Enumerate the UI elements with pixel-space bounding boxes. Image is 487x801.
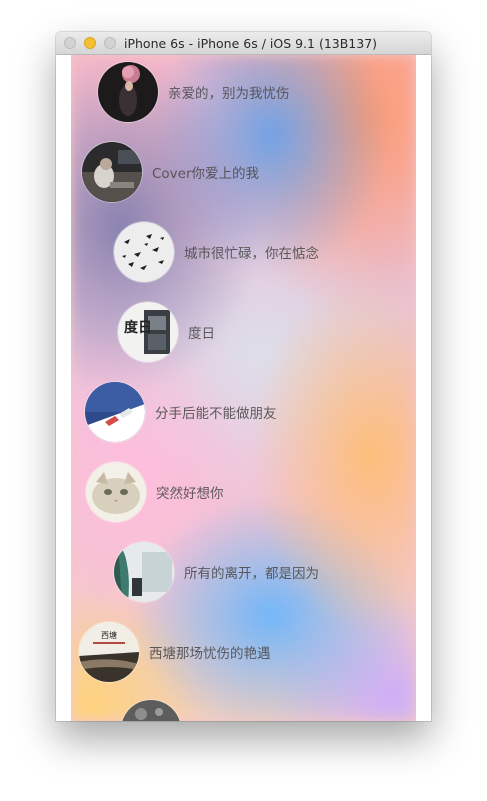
album-avatar — [82, 142, 142, 202]
avatar-text: 西塘 — [101, 630, 117, 640]
song-list-item[interactable]: 度日 度日 — [118, 302, 215, 362]
album-avatar — [85, 382, 145, 442]
song-title: 城市很忙碌，你在惦念 — [184, 246, 319, 262]
song-list-item[interactable]: 亲爱的，别为我忧伤 — [98, 62, 290, 122]
album-avatar: 西塘 — [79, 622, 139, 682]
album-avatar — [114, 542, 174, 602]
song-title: 所有的离开，都是因为 — [184, 566, 319, 582]
song-title: 分手后能不能做朋友 — [155, 406, 277, 422]
simulator-window: iPhone 6s - iPhone 6s / iOS 9.1 (13B137)… — [56, 32, 431, 721]
close-window-button[interactable] — [64, 37, 76, 49]
song-title: 西塘那场忧伤的艳遇 — [149, 646, 271, 662]
song-title: 亲爱的，别为我忧伤 — [168, 86, 290, 102]
song-list-item[interactable]: 突然好想你 — [86, 462, 224, 522]
song-list-item[interactable]: 城市很忙碌，你在惦念 — [114, 222, 319, 282]
window-title: iPhone 6s - iPhone 6s / iOS 9.1 (13B137) — [124, 36, 378, 51]
app-screen: 亲爱的，别为我忧伤 Cover你爱上的我 城市很忙碌，你在惦念 度日 度日 分手… — [71, 55, 416, 721]
song-list-item[interactable]: 所有的离开，都是因为 — [114, 542, 319, 602]
song-list-item[interactable]: 西塘 西塘那场忧伤的艳遇 — [79, 622, 271, 682]
song-list-item[interactable] — [121, 700, 191, 721]
song-title: Cover你爱上的我 — [152, 166, 260, 182]
album-avatar — [98, 62, 158, 122]
song-list-item[interactable]: Cover你爱上的我 — [82, 142, 259, 202]
album-avatar — [121, 700, 181, 721]
album-avatar — [114, 222, 174, 282]
avatar-text: 度日 — [124, 319, 152, 336]
album-avatar: 度日 — [118, 302, 178, 362]
song-title: 度日 — [188, 326, 215, 342]
zoom-window-button[interactable] — [104, 37, 116, 49]
window-titlebar: iPhone 6s - iPhone 6s / iOS 9.1 (13B137) — [56, 32, 431, 55]
song-title: 突然好想你 — [156, 486, 224, 502]
album-avatar — [86, 462, 146, 522]
song-list-item[interactable]: 分手后能不能做朋友 — [85, 382, 277, 442]
minimize-window-button[interactable] — [84, 37, 96, 49]
